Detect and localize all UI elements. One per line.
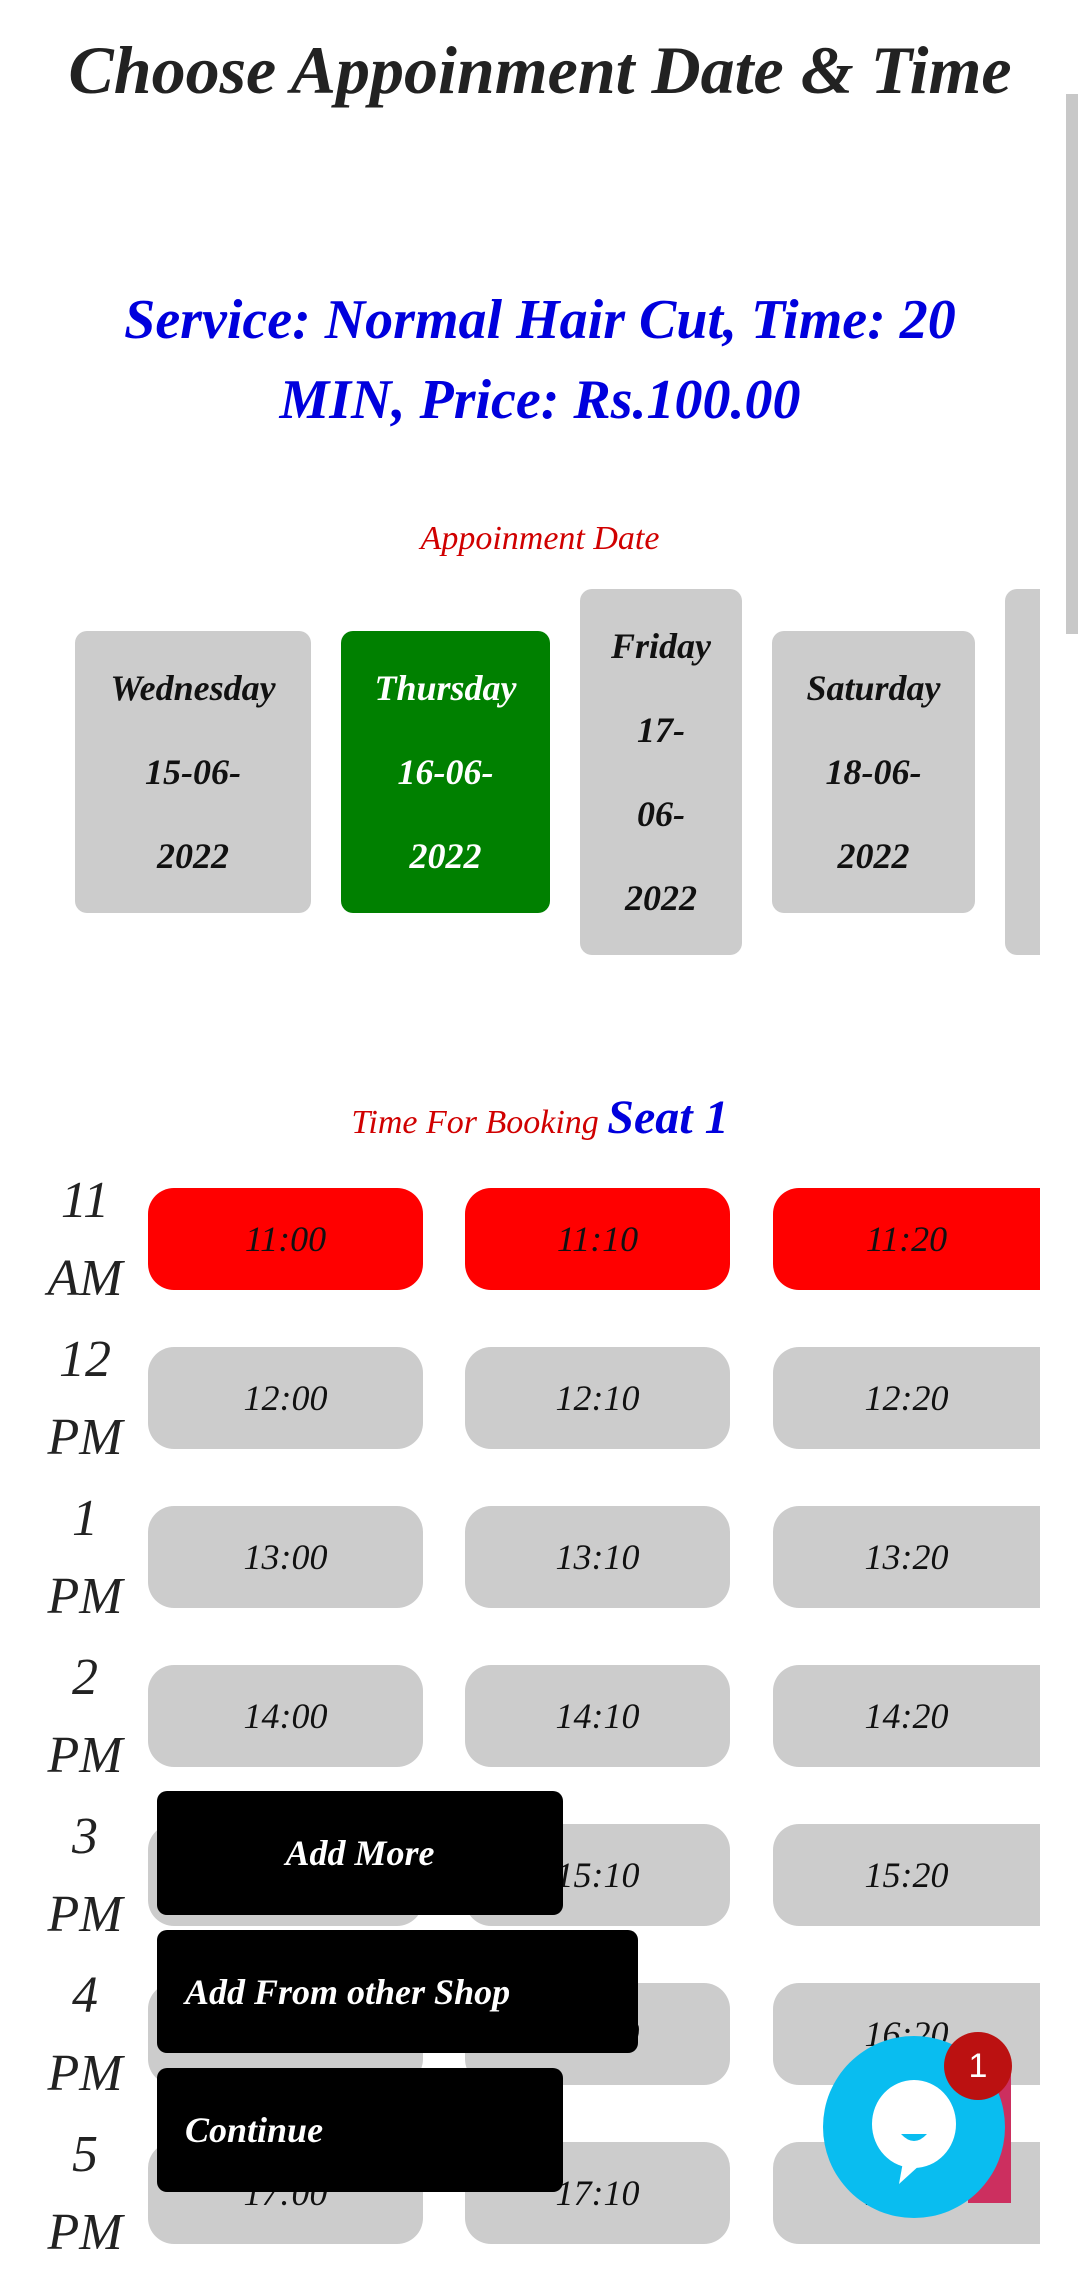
time-slot[interactable]: 14:20 <box>773 1665 1040 1767</box>
time-slot[interactable]: 12:10 <box>465 1347 730 1449</box>
date-value: 17- <box>637 710 685 750</box>
hour-label: 12 PM <box>30 1321 140 1477</box>
date-month: 06- <box>637 794 685 834</box>
seat-label: Seat 1 <box>607 1091 729 1144</box>
date-year: 2022 <box>625 878 697 918</box>
time-booking-label: Time For Booking Seat 1 <box>0 1090 1080 1145</box>
add-more-button[interactable]: Add More <box>157 1791 563 1915</box>
date-year: 2022 <box>837 836 910 876</box>
hour-label: 4 PM <box>30 1957 140 2113</box>
date-day: Friday <box>610 626 711 666</box>
hour-number: 3 <box>72 1808 98 1865</box>
date-value: 18-06- <box>825 752 922 792</box>
hour-period: AM <box>47 1250 123 1307</box>
hour-number: 5 <box>72 2126 98 2183</box>
continue-button[interactable]: Continue <box>157 2068 563 2192</box>
date-year: 2022 <box>409 836 482 876</box>
page-title: Choose Appoinment Date & Time <box>68 32 1012 108</box>
date-card-wednesday[interactable]: Wednesday 15-06- 2022 <box>75 631 311 913</box>
date-card-partial[interactable] <box>1005 589 1040 955</box>
time-slot[interactable]: 15:20 <box>773 1824 1040 1926</box>
time-slot[interactable]: 13:10 <box>465 1506 730 1608</box>
time-booking-text: Time For Booking <box>351 1104 599 1141</box>
date-year: 2022 <box>157 836 229 876</box>
date-card-friday[interactable]: Friday 17- 06- 2022 <box>580 589 742 955</box>
notification-badge: 1 <box>944 2032 1012 2100</box>
hour-number: 4 <box>72 1967 98 2024</box>
date-card-thursday[interactable]: Thursday 16-06- 2022 <box>341 631 550 913</box>
service-summary: Service: Normal Hair Cut, Time: 20 MIN, … <box>124 289 956 431</box>
hour-label: 1 PM <box>30 1480 140 1636</box>
hour-label: 5 PM <box>30 2116 140 2272</box>
time-slot[interactable]: 11:00 <box>148 1188 423 1290</box>
hour-number: 12 <box>59 1331 111 1388</box>
hour-label: 11 AM <box>30 1162 140 1318</box>
date-day: Wednesday <box>110 668 276 708</box>
hour-period: PM <box>47 2204 123 2261</box>
time-slot[interactable]: 14:10 <box>465 1665 730 1767</box>
time-slot[interactable]: 13:20 <box>773 1506 1040 1608</box>
time-slot[interactable]: 11:10 <box>465 1188 730 1290</box>
hour-period: PM <box>47 1409 123 1466</box>
time-slot[interactable]: 12:00 <box>148 1347 423 1449</box>
add-from-other-shop-button[interactable]: Add From other Shop <box>157 1930 638 2053</box>
hour-label: 3 PM <box>30 1798 140 1954</box>
hour-period: PM <box>47 2045 123 2102</box>
date-value: 16-06- <box>397 752 494 792</box>
time-slot[interactable]: 13:00 <box>148 1506 423 1608</box>
time-slot[interactable]: 12:20 <box>773 1347 1040 1449</box>
time-slot[interactable]: 14:00 <box>148 1665 423 1767</box>
hour-period: PM <box>47 1886 123 1943</box>
date-day: Saturday <box>806 668 941 708</box>
hour-period: PM <box>47 1568 123 1625</box>
hour-label: 2 PM <box>30 1639 140 1795</box>
date-card-saturday[interactable]: Saturday 18-06- 2022 <box>772 631 975 913</box>
date-day: Thursday <box>374 668 517 708</box>
hour-period: PM <box>47 1727 123 1784</box>
hour-number: 2 <box>72 1649 98 1706</box>
date-value: 15-06- <box>145 752 241 792</box>
hour-number: 1 <box>72 1490 98 1547</box>
hour-number: 11 <box>60 1172 110 1229</box>
time-slot[interactable]: 11:20 <box>773 1188 1040 1290</box>
appointment-date-label: Appoinment Date <box>420 520 660 557</box>
